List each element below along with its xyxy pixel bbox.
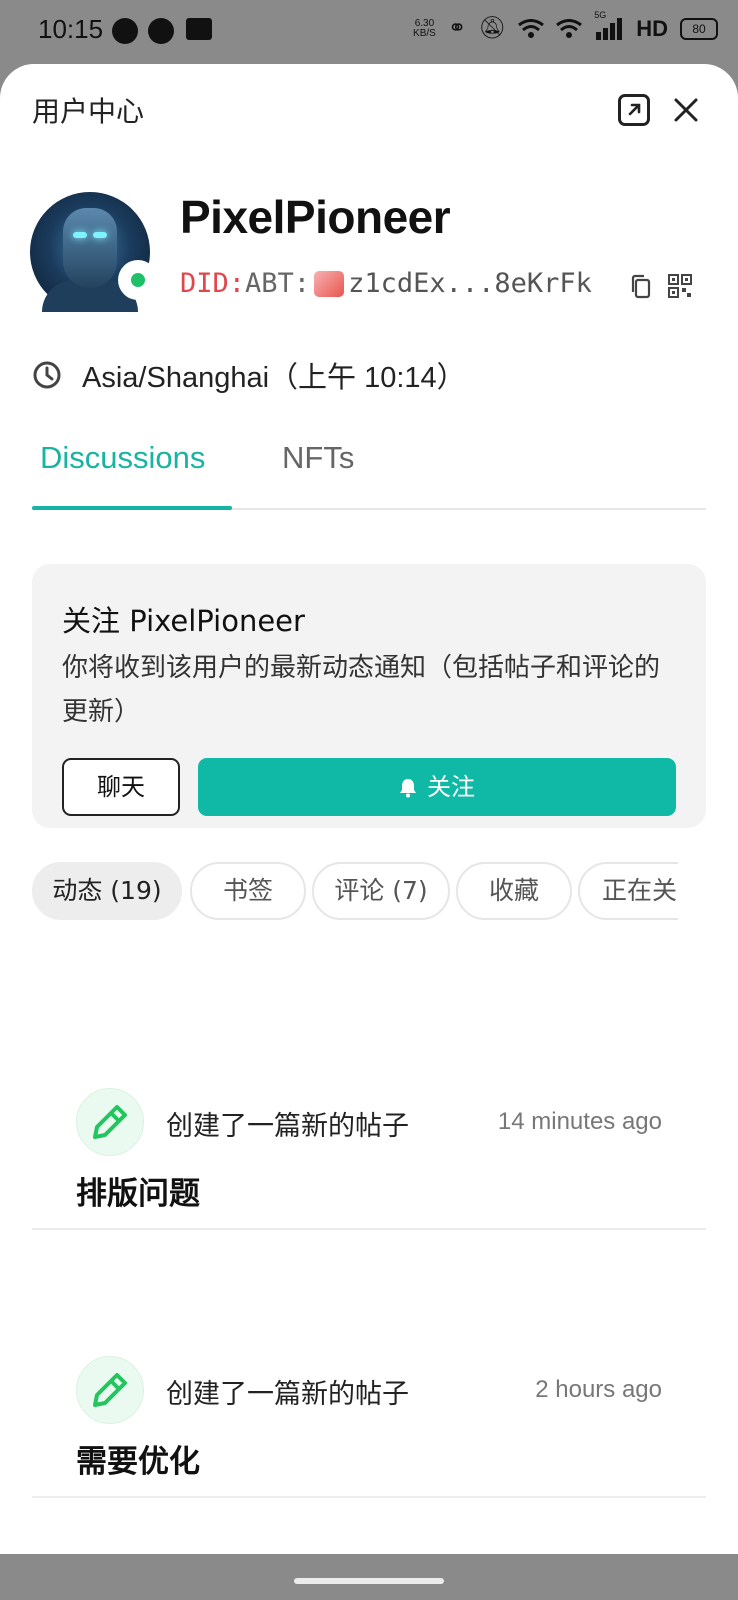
online-status-indicator: [118, 260, 158, 300]
activity-item[interactable]: 创建了一篇新的帖子 14 minutes ago 排版问题: [32, 960, 706, 1230]
activity-post-title[interactable]: 排版问题: [76, 1168, 200, 1213]
tab-nfts[interactable]: NFTs: [282, 440, 354, 476]
avatar-face: [63, 208, 117, 288]
sheet-title: 用户中心: [32, 95, 145, 128]
close-icon: [674, 98, 698, 122]
close-button[interactable]: [668, 92, 704, 128]
chat-button[interactable]: 聊天: [62, 758, 180, 816]
avatar-eye: [73, 232, 87, 238]
open-external-icon: [628, 103, 641, 116]
follow-card: 关注 PixelPioneer 你将收到该用户的最新动态通知（包括帖子和评论的更…: [32, 564, 706, 828]
activity-item[interactable]: 创建了一篇新的帖子 2 hours ago 需要优化: [32, 1228, 706, 1498]
avatar-eye: [93, 232, 107, 238]
edit-pencil-icon: [93, 1373, 127, 1407]
chip-following[interactable]: 正在关: [578, 862, 678, 920]
profile-username: PixelPioneer: [180, 191, 451, 243]
did-value: z1cdEx...8eKrFk: [348, 268, 592, 299]
qr-code-icon[interactable]: [668, 274, 692, 298]
profile-tabs: Discussions NFTs: [32, 428, 706, 510]
wifi-icon: [518, 19, 545, 38]
did-avatar-icon: [314, 270, 345, 297]
battery-indicator: 80: [680, 18, 718, 40]
network-speed: 6.30 KB/S: [413, 19, 436, 39]
messenger-icon: [112, 18, 138, 44]
speed-unit: KB/S: [413, 28, 436, 39]
home-gesture-handle[interactable]: [294, 1578, 444, 1584]
activity-icon-badge: [76, 1088, 144, 1156]
status-indicators: 6.30 KB/S ⚭ 🔕︎ 5G HD 80: [413, 10, 718, 44]
chip-activity[interactable]: 动态 (19): [32, 862, 182, 920]
signal-icon: 5G: [594, 10, 624, 42]
active-tab-indicator: [32, 506, 232, 510]
chip-favorites[interactable]: 收藏: [456, 862, 572, 920]
open-external-button[interactable]: [618, 94, 650, 126]
hotspot-icon: ⚭: [447, 16, 467, 41]
chip-comments[interactable]: 评论 (7): [312, 862, 450, 920]
activity-action: 创建了一篇新的帖子: [166, 1379, 409, 1410]
timezone-text: Asia/Shanghai（上午 10:14）: [82, 362, 466, 394]
network-type: HD: [636, 16, 668, 41]
edit-pencil-icon: [93, 1105, 127, 1139]
activity-filter-chips: 动态 (19) 书签 评论 (7) 收藏 正在关: [32, 862, 678, 922]
status-bar: 10:15 6.30 KB/S ⚭ 🔕︎ 5G HD 80: [0, 0, 738, 64]
copy-icon[interactable]: [630, 274, 652, 300]
timezone-row: Asia/Shanghai（上午 10:14）: [32, 354, 466, 396]
gmail-icon: [186, 18, 212, 40]
follow-button[interactable]: 关注: [198, 758, 676, 816]
activity-time: 2 hours ago: [535, 1376, 662, 1403]
bell-icon: [400, 779, 416, 798]
chip-bookmarks[interactable]: 书签: [190, 862, 306, 920]
clock-icon: [33, 361, 61, 389]
sim-label: 5G: [594, 10, 607, 20]
did-address: DID: ABT: z1cdEx...8eKrFk: [180, 268, 592, 299]
chat-icon: [148, 18, 174, 44]
follow-card-description: 你将收到该用户的最新动态通知（包括帖子和评论的更新）: [62, 653, 661, 727]
activity-time: 14 minutes ago: [497, 1108, 662, 1135]
mute-icon: 🔕︎: [478, 16, 507, 41]
status-time: 10:15: [38, 14, 104, 44]
user-center-sheet: 用户中心 PixelPioneer DID: ABT: z1cdEx...8eK…: [0, 64, 738, 1554]
follow-button-label: 关注: [427, 773, 475, 801]
activity-post-title[interactable]: 需要优化: [76, 1436, 200, 1481]
navigation-bar: [0, 1554, 738, 1600]
did-type: ABT:: [245, 268, 311, 299]
follow-card-title: 关注 PixelPioneer: [62, 604, 305, 638]
activity-icon-badge: [76, 1356, 144, 1424]
tab-discussions[interactable]: Discussions: [40, 440, 205, 476]
wifi-icon: [556, 19, 583, 38]
activity-action: 创建了一篇新的帖子: [166, 1111, 409, 1142]
did-prefix: DID:: [180, 268, 246, 299]
